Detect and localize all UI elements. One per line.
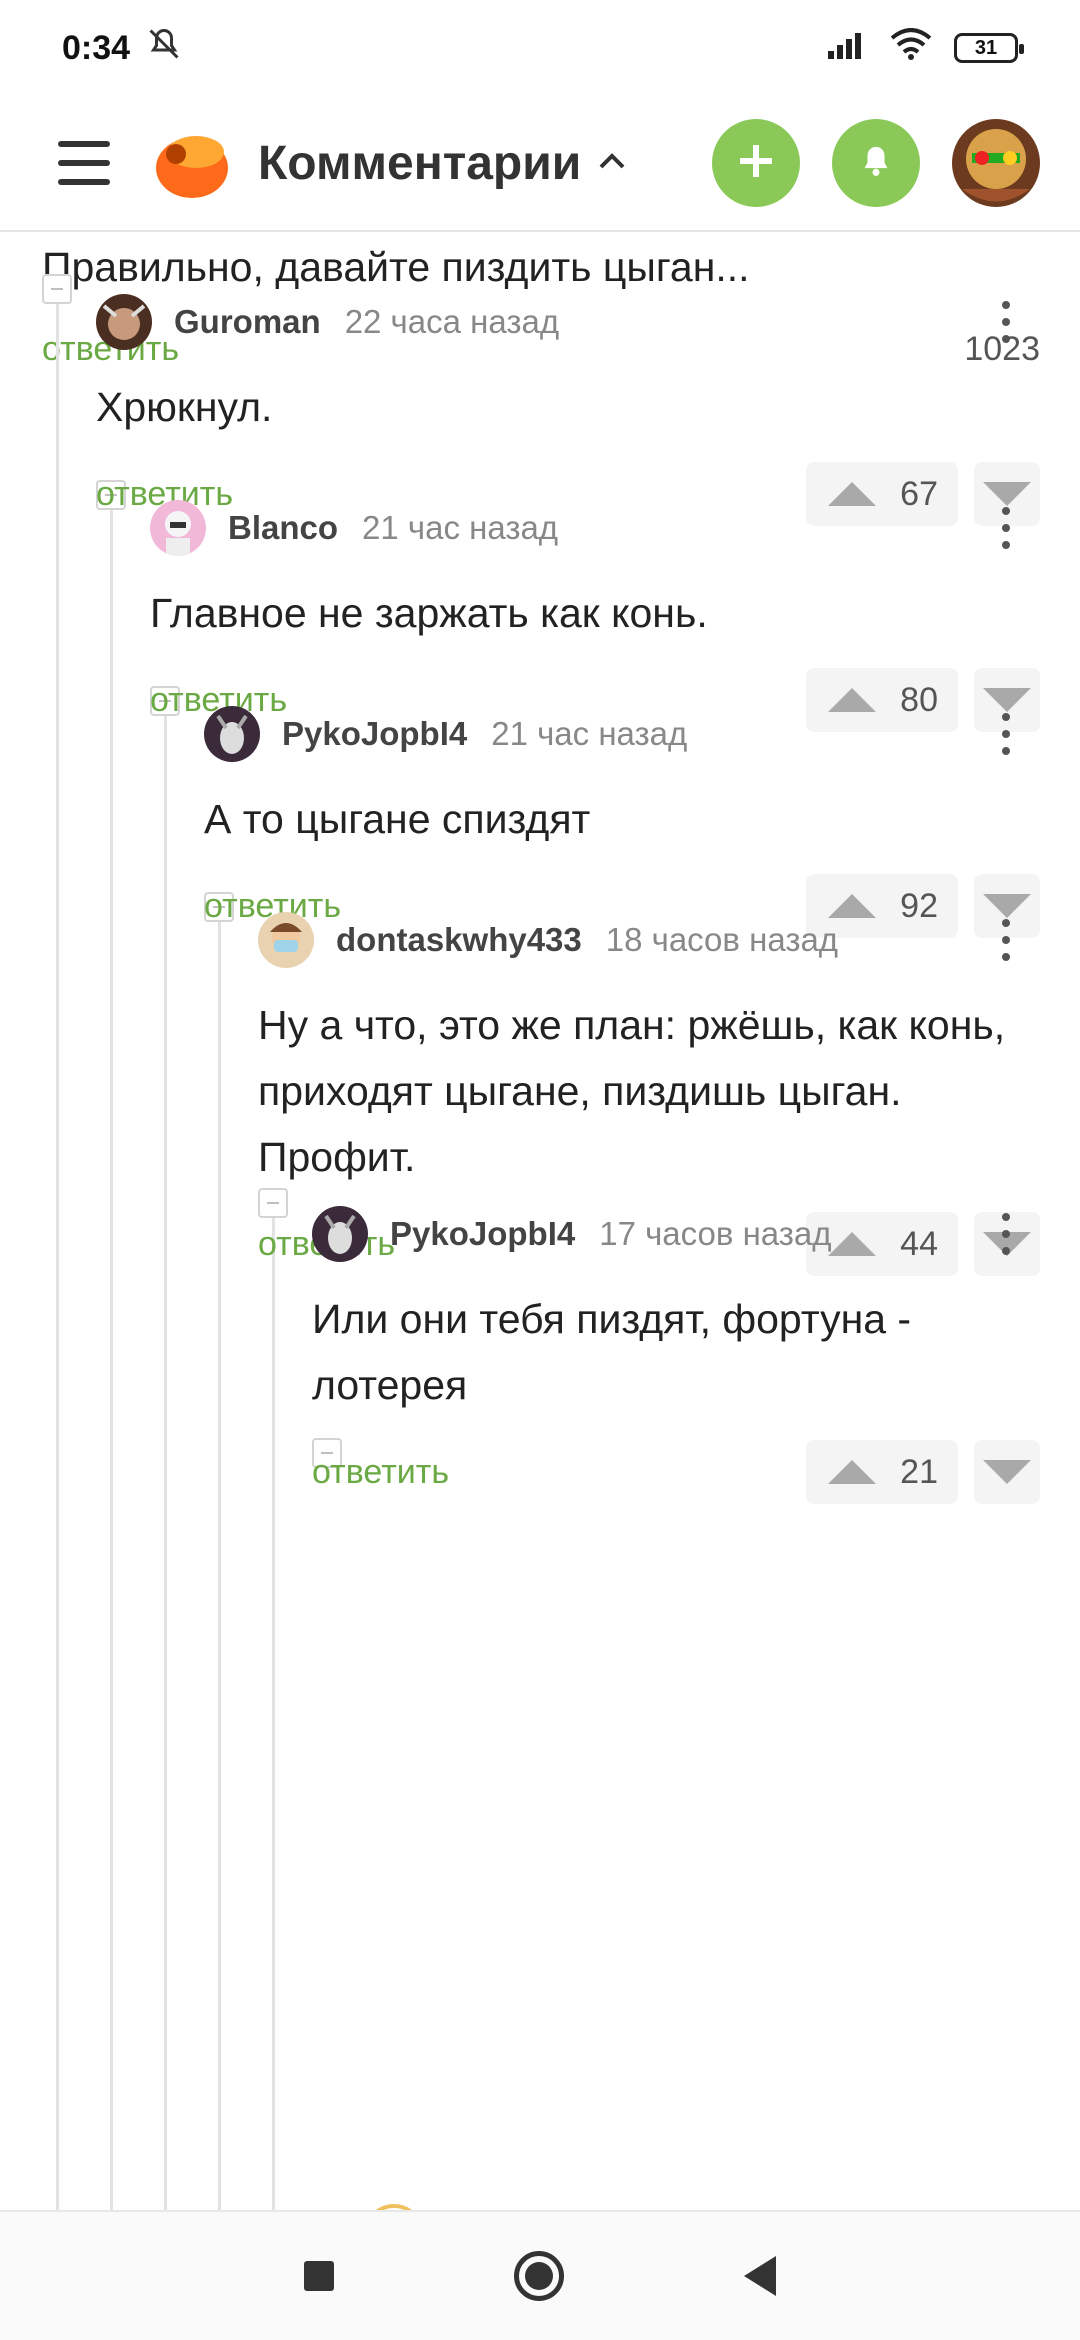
avatar[interactable] [258,912,314,968]
comment: PykoJopbI4 17 часов назад Или они тебя п… [312,1204,1040,1506]
comment-time: 18 часов назад [605,921,839,958]
avatar[interactable] [204,706,260,762]
comment-text: Или они тебя пиздят, фортуна - лотерея [312,1296,912,1408]
avatar[interactable] [96,294,152,350]
status-time: 0:34 [62,28,131,67]
avatar[interactable] [312,1206,368,1262]
vote-down-button[interactable] [974,1440,1040,1504]
comment: PykoJopbI4 21 час назад А то цыгане спиз… [204,704,1040,940]
comment-score: 21 [900,1452,938,1491]
comment: Guroman 22 часа назад Хрюкнул. ответить … [96,292,1040,528]
comment-time: 17 часов назад [599,1215,832,1252]
home-icon[interactable] [514,2251,564,2301]
comment-text: Главное не заржать как конь. [150,590,708,636]
more-vert-icon[interactable] [1002,919,1014,961]
page-title[interactable]: Комментарии [258,136,581,191]
recents-icon[interactable] [304,2261,334,2291]
reply-link[interactable]: ответить [312,1453,449,1492]
comment-time: 21 час назад [362,509,559,546]
more-vert-icon[interactable] [1002,301,1014,343]
mute-icon [146,26,182,71]
comment-author[interactable]: PykoJopbI4 [282,715,467,753]
menu-icon[interactable] [58,141,110,185]
notifications-button[interactable] [832,119,920,207]
comment-author[interactable]: PykoJopbI4 [390,1215,575,1253]
comment: Blanco 21 час назад Главное не заржать к… [150,498,1040,734]
thread-line [218,918,221,2210]
comment-author[interactable]: Blanco [228,509,338,547]
thread-line [56,300,59,2210]
signal-icon [828,29,868,68]
bell-icon [859,144,893,183]
thread-line [164,712,167,2210]
comment-author[interactable]: dontaskwhy433 [336,921,582,959]
comment-author[interactable]: Guroman [174,303,321,341]
battery-icon: 31 [954,33,1024,63]
vote-down-icon [983,1460,1031,1484]
avatar[interactable] [150,500,206,556]
profile-avatar[interactable] [952,119,1040,207]
system-nav-bar [0,2210,1080,2340]
comment-text: Хрюкнул. [96,384,273,430]
comments-list[interactable]: Правильно, давайте пиздить цыган... отве… [0,234,1080,2210]
vote-up-icon [828,1460,876,1484]
wifi-icon [890,27,932,69]
more-vert-icon[interactable] [1002,507,1014,549]
app-bar: Комментарии [0,96,1080,232]
comment-time: 22 часа назад [344,303,560,340]
caret-up-icon[interactable] [597,151,627,176]
vote-up-button[interactable]: 21 [806,1440,958,1504]
comment-text: Ну а что, это же план: ржёшь, как конь, … [258,1002,1006,1180]
more-vert-icon[interactable] [1002,713,1014,755]
comment-time: 21 час назад [491,715,688,752]
collapse-toggle[interactable] [42,274,72,304]
more-vert-icon[interactable] [1002,1213,1014,1255]
back-icon[interactable] [744,2256,776,2296]
thread-line [272,1214,275,2210]
comment-text: А то цыгане спиздят [204,796,591,842]
add-post-button[interactable] [712,119,800,207]
plus-icon [736,141,776,186]
status-bar: 0:34 31 [0,0,1080,96]
previous-comment-text: Правильно, давайте пиздить цыган... [42,244,750,290]
app-logo-icon[interactable] [152,124,230,202]
thread-line [110,506,113,2210]
